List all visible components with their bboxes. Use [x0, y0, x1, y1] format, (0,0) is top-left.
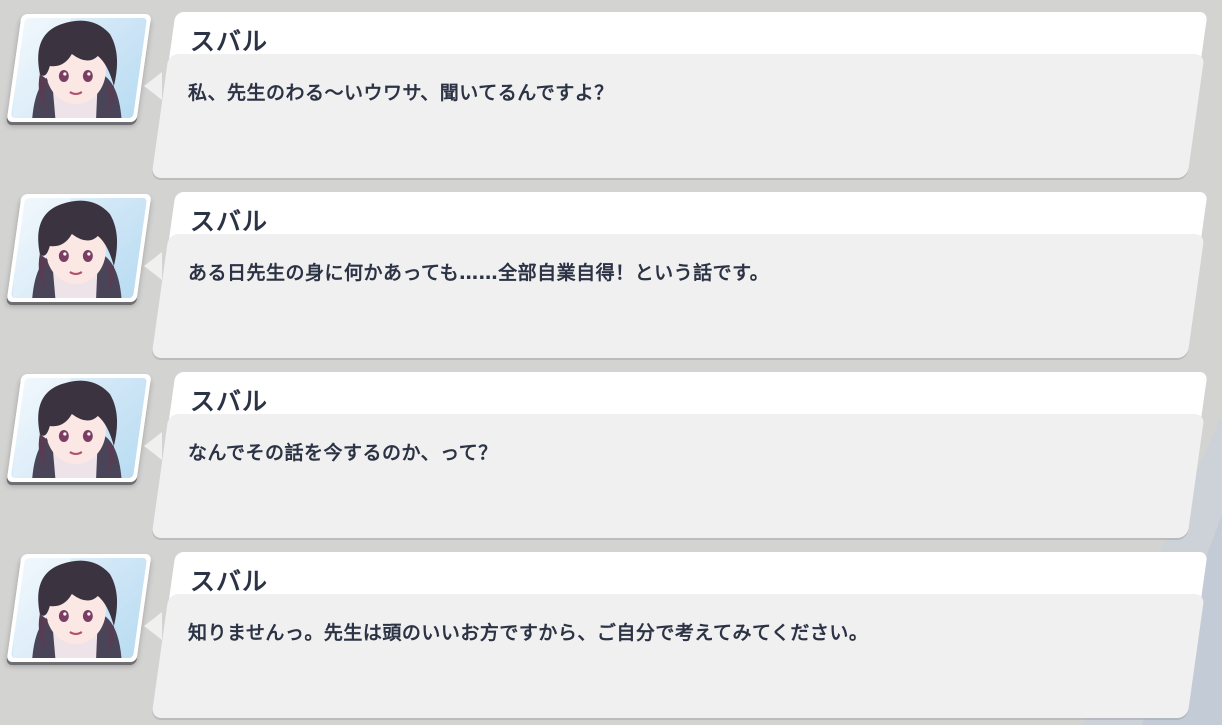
bubble-tail [144, 252, 162, 280]
bubble-tail [144, 72, 162, 100]
text-panel [151, 594, 1205, 718]
bubble-tail [144, 432, 162, 460]
speaker-portrait [6, 554, 152, 662]
text-panel [151, 414, 1205, 538]
character-portrait-icon [11, 198, 122, 298]
dialogue-text: ある日先生の身に何かあっても……全部自業自得！という話です。 [188, 262, 770, 284]
dialogue-bubble: スバル なんでその話を今するのか、って？ [144, 368, 1208, 538]
text-panel [151, 54, 1205, 178]
text-panel [151, 234, 1205, 358]
log-entry: スバル なんでその話を今するのか、って？ [0, 368, 1222, 540]
speaker-name: スバル [190, 207, 269, 236]
dialogue-log[interactable]: スバル 私、先生のわる～いウワサ、聞いてるんですよ？ スバル ある日先生の身に何… [0, 0, 1222, 725]
speaker-name: スバル [190, 387, 269, 416]
character-portrait-icon [11, 378, 122, 478]
dialogue-text: 私、先生のわる～いウワサ、聞いてるんですよ？ [188, 82, 614, 104]
dialogue-bubble: スバル 私、先生のわる～いウワサ、聞いてるんですよ？ [144, 8, 1208, 178]
bubble-tail [144, 612, 162, 640]
speaker-portrait [6, 14, 152, 122]
character-portrait-icon [11, 558, 122, 658]
dialogue-bubble: スバル ある日先生の身に何かあっても……全部自業自得！という話です。 [144, 188, 1208, 358]
dialogue-bubble: スバル 知りませんっ。先生は頭のいいお方ですから、ご自分で考えてみてください。 [144, 548, 1208, 718]
log-entry: スバル 知りませんっ。先生は頭のいいお方ですから、ご自分で考えてみてください。 [0, 548, 1222, 720]
dialogue-text: なんでその話を今するのか、って？ [188, 442, 498, 464]
log-entry: スバル 私、先生のわる～いウワサ、聞いてるんですよ？ [0, 8, 1222, 180]
character-portrait-icon [11, 18, 122, 118]
speaker-name: スバル [190, 27, 269, 56]
speaker-name: スバル [190, 567, 269, 596]
log-entry: スバル ある日先生の身に何かあっても……全部自業自得！という話です。 [0, 188, 1222, 360]
speaker-portrait [6, 194, 152, 302]
dialogue-text: 知りませんっ。先生は頭のいいお方ですから、ご自分で考えてみてください。 [188, 622, 869, 644]
speaker-portrait [6, 374, 152, 482]
